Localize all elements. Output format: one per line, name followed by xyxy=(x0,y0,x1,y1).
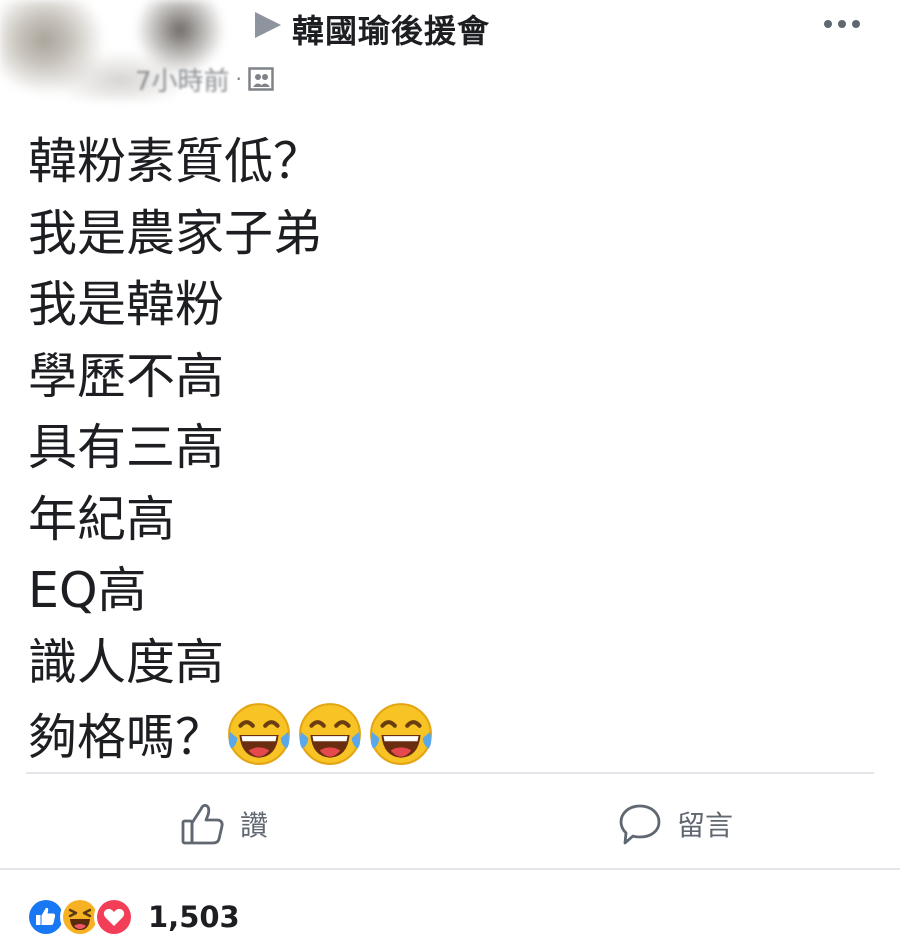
tears-of-joy-icon xyxy=(370,702,432,765)
post-line: 我是韓粉 xyxy=(28,276,225,333)
tears-of-joy-icon xyxy=(228,702,290,765)
post-line: EQ高 xyxy=(28,562,147,619)
comment-bubble-icon xyxy=(619,804,661,845)
divider xyxy=(26,772,874,774)
thumbs-up-icon xyxy=(181,804,224,845)
post-line: 韓粉素質低？ xyxy=(28,133,323,190)
comment-label: 留言 xyxy=(677,809,734,842)
emoji-group xyxy=(226,701,439,767)
divider xyxy=(0,868,900,870)
more-dots-icon[interactable] xyxy=(824,18,860,30)
love-reaction-icon xyxy=(94,897,134,937)
comment-button[interactable]: 留言 xyxy=(617,796,733,852)
post-line: 學歷不高 xyxy=(28,347,225,405)
post-line: 識人度高 xyxy=(28,633,225,691)
reaction-summary[interactable]: 1,503 xyxy=(26,896,240,938)
post-line: 夠格嗎？ xyxy=(28,698,439,770)
page-name[interactable]: 韓國瑜後援會 xyxy=(292,6,490,52)
post-timestamp[interactable]: 7小時前 xyxy=(135,61,230,98)
triangle-arrow-icon xyxy=(255,12,281,38)
post-line: 年紀高 xyxy=(28,490,176,548)
post-line-text: 夠格嗎？ xyxy=(28,709,225,767)
tears-of-joy-icon xyxy=(299,702,361,765)
group-audience-icon[interactable] xyxy=(248,67,274,91)
like-label: 讚 xyxy=(240,809,269,842)
post-line: 具有三高 xyxy=(28,419,225,476)
reaction-count: 1,503 xyxy=(148,900,240,934)
like-button[interactable]: 讚 xyxy=(180,796,268,852)
post-text: 韓粉素質低？ 我是農家子弟 我是韓粉 學歷不高 具有三高 年紀高 EQ高 識人度… xyxy=(28,126,439,770)
post-line: 我是農家子弟 xyxy=(28,204,323,262)
post-meta: 7小時前 · xyxy=(135,61,274,98)
meta-separator: · xyxy=(235,67,242,91)
